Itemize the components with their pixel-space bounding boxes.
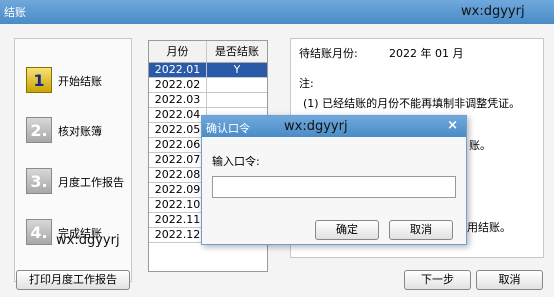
close-icon[interactable]: ×: [447, 118, 458, 133]
month-cell: 2022.08: [149, 168, 207, 182]
col-month-header: 月份: [149, 41, 207, 62]
table-row[interactable]: 2022.03: [149, 93, 267, 108]
ok-button[interactable]: 确定: [315, 220, 379, 240]
step-start-closing: 1 开始结账: [26, 67, 136, 95]
print-report-button[interactable]: 打印月度工作报告: [16, 270, 130, 290]
step-monthly-report: 3. 月度工作报告: [26, 168, 136, 196]
month-cell: 2022.03: [149, 93, 207, 107]
note-line-1: (1) 已经结账的月份不能再填制非调整凭证。: [303, 97, 521, 110]
dialog-title: 确认口令: [206, 122, 250, 135]
pending-month-value: 2022 年 01 月: [389, 47, 464, 60]
month-cell: 2022.04: [149, 108, 207, 122]
next-step-button[interactable]: 下一步: [404, 270, 471, 290]
note-fragment-b: 用结账。: [467, 221, 511, 234]
month-cell: 2022.11: [149, 213, 207, 227]
month-cell: 2022.05: [149, 123, 207, 137]
month-cell: 2022.02: [149, 78, 207, 92]
closed-cell: [207, 78, 267, 92]
month-cell: 2022.07: [149, 153, 207, 167]
month-cell: 2022.10: [149, 198, 207, 212]
watermark-left: wx:dgyyrj: [56, 233, 120, 248]
watermark-top: wx:dgyyrj: [461, 4, 525, 19]
step-1-label: 开始结账: [58, 75, 102, 88]
grid-header: 月份 是否结账: [149, 41, 267, 63]
password-input[interactable]: [212, 176, 456, 198]
step-2-label: 核对账簿: [58, 125, 102, 138]
month-cell: 2022.01: [149, 63, 207, 77]
step-3-label: 月度工作报告: [58, 176, 124, 189]
month-cell: 2022.06: [149, 138, 207, 152]
step-3-badge: 3.: [26, 168, 52, 194]
password-prompt-label: 输入口令:: [212, 155, 260, 168]
pending-month-label: 待结账月份:: [299, 47, 358, 60]
table-row[interactable]: 2022.01 Y: [149, 63, 267, 78]
step-check-ledger: 2. 核对账簿: [26, 117, 136, 145]
step-4-badge: 4.: [26, 219, 52, 245]
col-closed-header: 是否结账: [215, 45, 259, 58]
confirm-password-dialog: 确认口令 × wx:dgyyrj 输入口令: 确定 取消: [201, 115, 467, 245]
dialog-cancel-button[interactable]: 取消: [389, 220, 453, 240]
step-2-badge: 2.: [26, 117, 52, 143]
cancel-button[interactable]: 取消: [476, 270, 543, 290]
table-row[interactable]: 2022.02: [149, 78, 267, 93]
window-title: 结账: [4, 6, 26, 19]
month-cell: 2022.09: [149, 183, 207, 197]
closed-cell: Y: [207, 63, 267, 77]
dialog-watermark: wx:dgyyrj: [284, 119, 348, 134]
step-1-badge: 1: [26, 67, 52, 93]
note-fragment-a: 账。: [469, 139, 491, 152]
note-title: 注:: [299, 77, 314, 90]
closed-cell: [207, 93, 267, 107]
month-cell: 2022.12: [149, 228, 207, 242]
